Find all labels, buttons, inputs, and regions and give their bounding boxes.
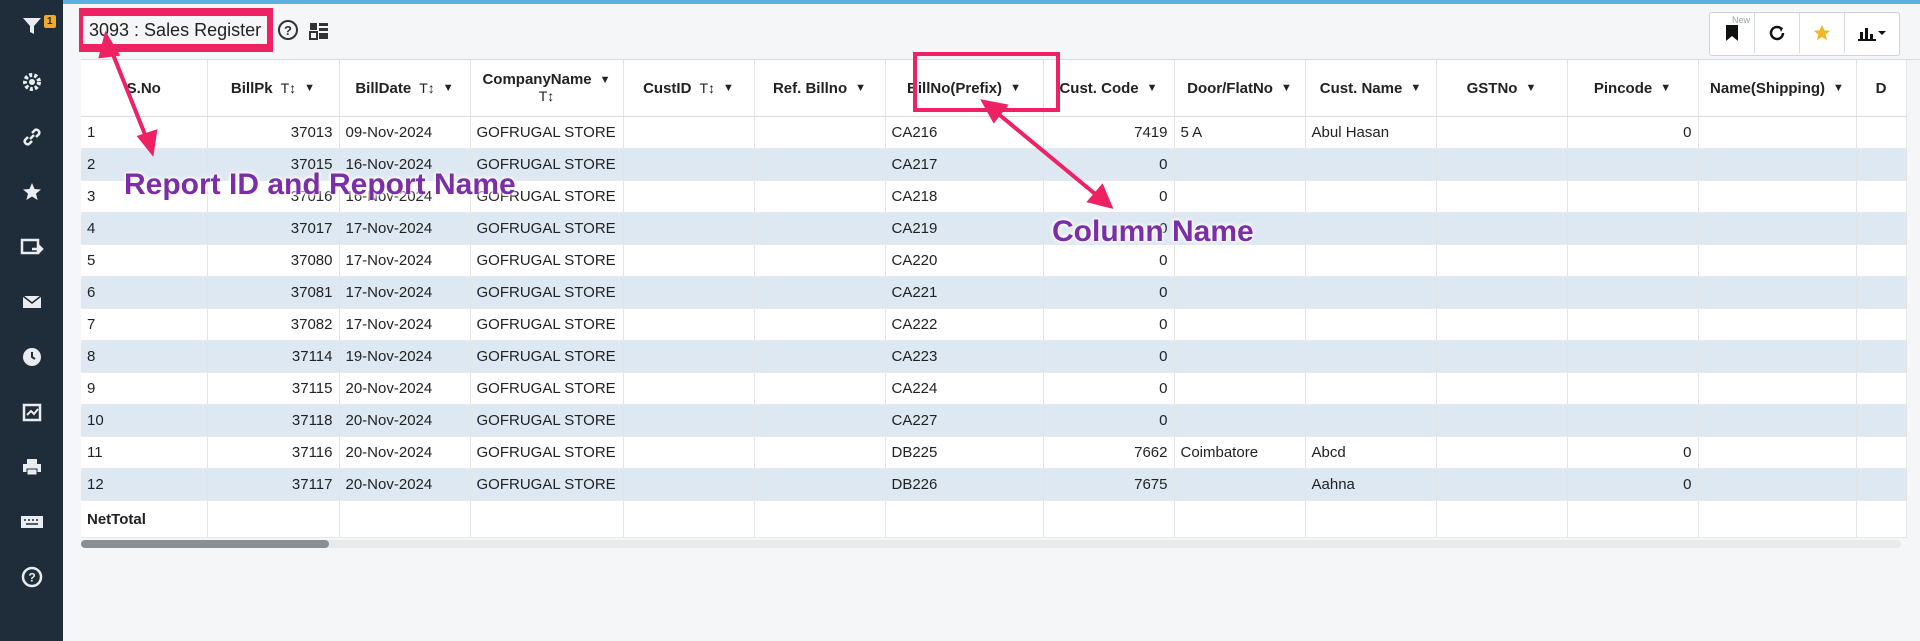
arrow-report-line	[110, 51, 150, 143]
arrow-report-head-top	[98, 30, 121, 59]
arrow-column-line	[994, 110, 1102, 200]
arrow-report-head-bottom	[136, 129, 158, 157]
annotation-arrows	[98, 30, 1114, 209]
annotation-column-label: Column Name	[1052, 215, 1254, 248]
annotation-report-label: Report ID and Report Name	[124, 168, 516, 201]
